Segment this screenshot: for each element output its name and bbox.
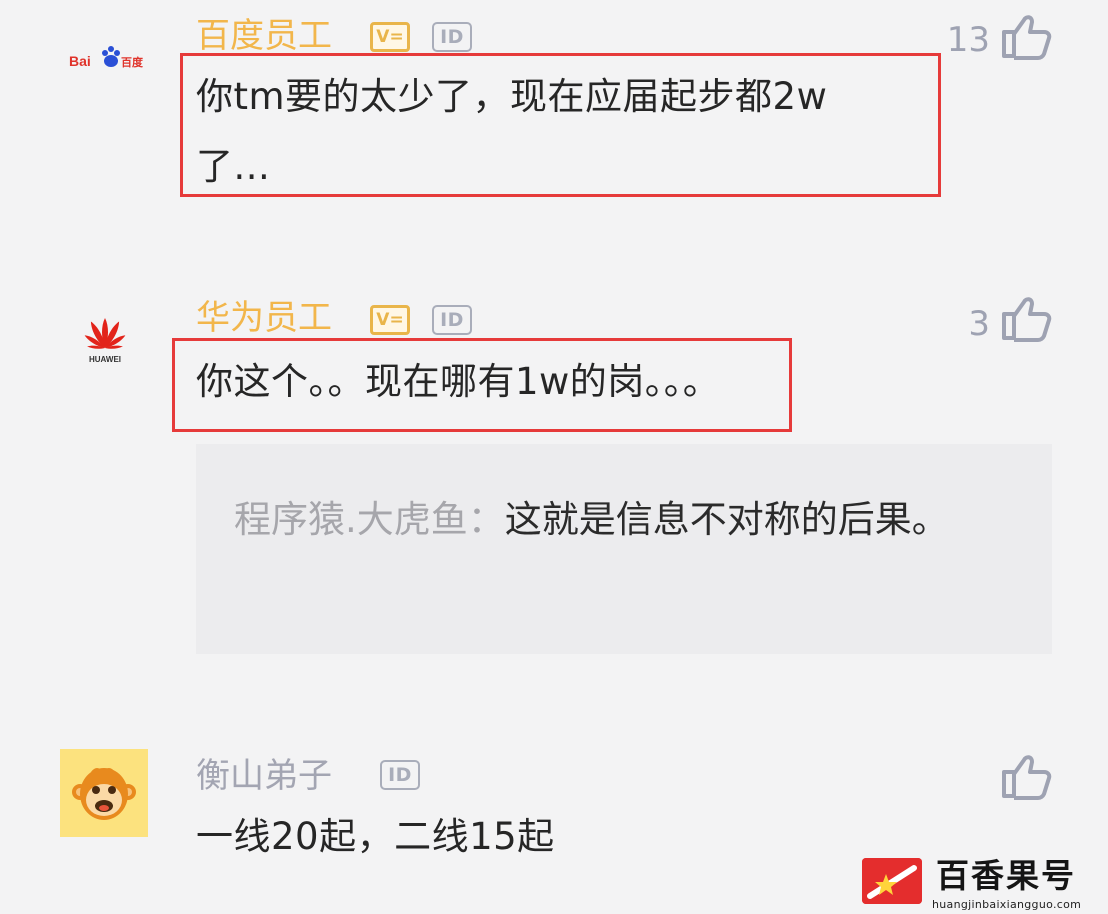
reply-text: 程序猿.大虎鱼：这就是信息不对称的后果。 — [234, 490, 1004, 550]
monkey-avatar[interactable] — [60, 749, 148, 837]
svg-text:Bai: Bai — [69, 53, 91, 69]
monkey-face-icon — [72, 768, 136, 820]
username[interactable]: 华为员工 — [196, 298, 332, 338]
id-badge-icon: ID — [380, 760, 420, 790]
comment-text-line: 一线20起，二线15起 — [196, 815, 555, 858]
vip-badge-icon: V= — [370, 22, 410, 52]
comment-text: 一线20起，二线15起 — [196, 802, 836, 872]
vip-badge-icon: V= — [370, 305, 410, 335]
comment-text: 你这个。。现在哪有1w的岗。。。 — [196, 350, 836, 414]
thumbs-up-icon[interactable] — [1000, 12, 1052, 60]
svg-text:HUAWEI: HUAWEI — [89, 355, 121, 364]
username[interactable]: 百度员工 — [196, 16, 332, 56]
comment-text-line: 你tm要的太少了，现在应届起步都2w — [196, 75, 828, 118]
id-badge-icon: ID — [432, 22, 472, 52]
comment-text-line: 你这个。。现在哪有1w的岗。。。 — [196, 360, 721, 403]
reply-box[interactable]: 程序猿.大虎鱼：这就是信息不对称的后果。 — [196, 444, 1052, 654]
watermark-url: huangjinbaixiangguo.com — [932, 898, 1082, 911]
reply-content: 这就是信息不对称的后果。 — [504, 498, 949, 541]
comment-text-line: 了... — [196, 145, 271, 188]
like-count: 3 — [968, 304, 990, 344]
baidu-logo-avatar[interactable]: Bai 百度 — [62, 30, 150, 86]
huawei-logo-avatar[interactable]: HUAWEI — [72, 306, 138, 368]
huawei-logo-icon: HUAWEI — [84, 318, 126, 364]
reply-author[interactable]: 程序猿.大虎鱼： — [234, 498, 505, 541]
username[interactable]: 衡山弟子 — [196, 756, 332, 796]
id-badge-icon: ID — [432, 305, 472, 335]
baixiangguo-logo-icon — [862, 858, 922, 904]
watermark-name: 百香果号 — [936, 856, 1076, 895]
baidu-logo-icon: Bai 百度 — [69, 46, 144, 69]
comment-text: 你tm要的太少了，现在应届起步都2w 了... — [196, 62, 926, 202]
svg-text:百度: 百度 — [121, 55, 144, 69]
watermark: 百香果号 huangjinbaixiangguo.com — [862, 856, 1108, 914]
thumbs-up-icon[interactable] — [1000, 752, 1052, 800]
thumbs-up-icon[interactable] — [1000, 294, 1052, 342]
